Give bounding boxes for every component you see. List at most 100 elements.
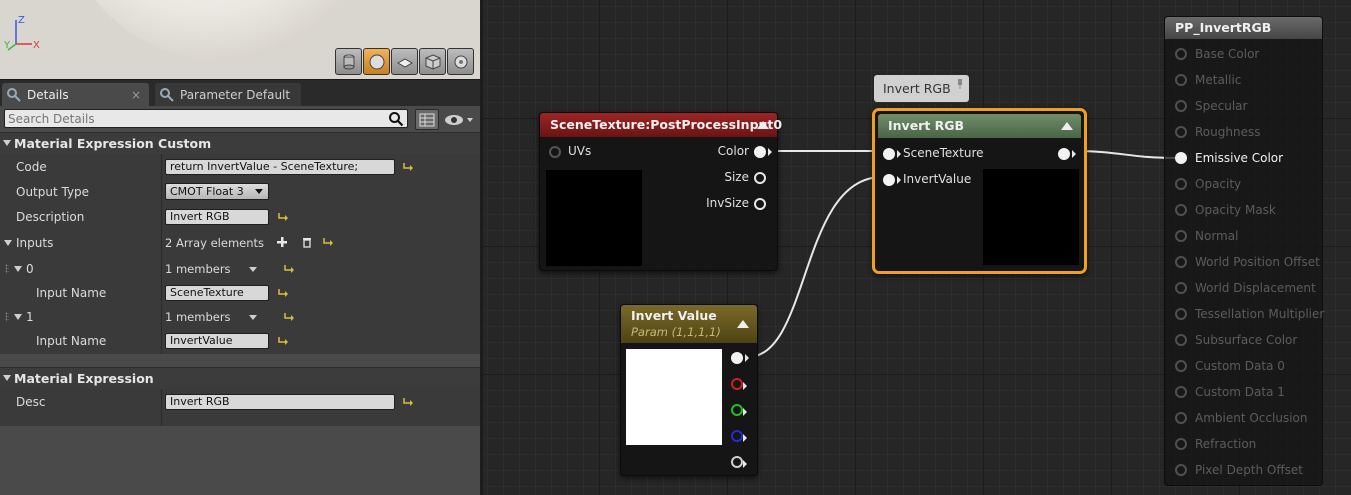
- trash-icon[interactable]: [301, 236, 313, 248]
- view-options-grid-button[interactable]: [415, 109, 439, 130]
- preview-sphere-button[interactable]: [363, 48, 390, 75]
- preview-cube-button[interactable]: [419, 48, 446, 75]
- pin-r[interactable]: [731, 378, 747, 390]
- category-material-expression[interactable]: Material Expression: [0, 367, 480, 389]
- reset-to-default-icon[interactable]: [401, 161, 413, 173]
- pin-icon[interactable]: [1175, 256, 1187, 268]
- pin-icon[interactable]: [1175, 334, 1187, 346]
- visibility-dropdown-button[interactable]: [442, 109, 476, 130]
- pin-icon[interactable]: [1175, 126, 1187, 138]
- tab-details[interactable]: Details ×: [2, 83, 149, 106]
- node-title[interactable]: SceneTexture:PostProcessInput0: [540, 113, 782, 137]
- pin-size[interactable]: [754, 172, 766, 184]
- pin-uvs[interactable]: [549, 146, 561, 158]
- pin-scenetexture[interactable]: [883, 148, 901, 160]
- category-material-expression-custom[interactable]: Material Expression Custom: [0, 132, 480, 154]
- pin-g[interactable]: [731, 404, 747, 416]
- members-select-0[interactable]: 1 members: [165, 262, 257, 276]
- pin-color[interactable]: [754, 146, 772, 158]
- result-pin-normal[interactable]: Normal: [1175, 229, 1238, 243]
- pin-icon[interactable]: [1175, 152, 1187, 164]
- pin-icon[interactable]: [955, 79, 965, 89]
- collapse-arrow-icon[interactable]: [737, 320, 749, 328]
- pin-icon[interactable]: [1175, 464, 1187, 476]
- reset-to-default-icon[interactable]: [276, 335, 288, 347]
- desc-field[interactable]: Invert RGB: [165, 394, 395, 410]
- node-title[interactable]: Invert RGB: [878, 114, 1081, 138]
- pin-invsize[interactable]: [754, 198, 766, 210]
- pin-icon[interactable]: [1175, 48, 1187, 60]
- expand-arrow-icon[interactable]: [14, 314, 22, 320]
- search-icon[interactable]: [388, 111, 404, 127]
- result-pin-base-color[interactable]: Base Color: [1175, 47, 1259, 61]
- pin-invertvalue[interactable]: [883, 174, 901, 186]
- node-scenetexture[interactable]: SceneTexture:PostProcessInput0 UVs Color…: [539, 112, 782, 271]
- reset-to-default-icon[interactable]: [321, 236, 333, 248]
- reset-to-default-icon[interactable]: [282, 311, 294, 323]
- node-invert-value-param[interactable]: Invert Value Param (1,1,1,1): [620, 304, 758, 476]
- pin-b[interactable]: [731, 430, 747, 442]
- result-pin-custom-data-0[interactable]: Custom Data 0: [1175, 359, 1285, 373]
- result-pin-world-position-offset[interactable]: World Position Offset: [1175, 255, 1320, 269]
- result-pin-world-displacement[interactable]: World Displacement: [1175, 281, 1316, 295]
- reset-to-default-icon[interactable]: [401, 396, 413, 408]
- column-divider[interactable]: [161, 154, 162, 354]
- add-element-icon[interactable]: [276, 236, 288, 248]
- result-pin-metallic[interactable]: Metallic: [1175, 73, 1241, 87]
- node-title[interactable]: Invert Value Param (1,1,1,1): [621, 305, 757, 343]
- column-divider[interactable]: [161, 389, 162, 426]
- drag-handle-icon[interactable]: [5, 312, 9, 322]
- pin-icon[interactable]: [1175, 74, 1187, 86]
- pin-icon[interactable]: [1175, 360, 1187, 372]
- result-pin-roughness[interactable]: Roughness: [1175, 125, 1260, 139]
- result-pin-opacity-mask[interactable]: Opacity Mask: [1175, 203, 1276, 217]
- chevron-down-icon: [467, 117, 473, 122]
- pin-icon[interactable]: [1175, 308, 1187, 320]
- preview-plane-button[interactable]: [391, 48, 418, 75]
- pin-icon[interactable]: [1175, 412, 1187, 424]
- node-title[interactable]: PP_InvertRGB: [1165, 17, 1322, 39]
- result-pin-pixel-depth-offset[interactable]: Pixel Depth Offset: [1175, 463, 1303, 477]
- pin-output[interactable]: [1058, 148, 1076, 160]
- result-pin-emissive-color[interactable]: Emissive Color: [1175, 151, 1283, 165]
- pin-icon[interactable]: [1175, 204, 1187, 216]
- pin-icon[interactable]: [1175, 386, 1187, 398]
- expand-arrow-icon[interactable]: [4, 240, 12, 246]
- node-invert-rgb[interactable]: Invert RGB SceneTexture InvertValue: [872, 108, 1087, 274]
- collapse-arrow-icon[interactable]: [1061, 122, 1073, 130]
- node-comment-bubble[interactable]: Invert RGB: [874, 75, 969, 102]
- tab-parameter-defaults[interactable]: Parameter Default: [155, 83, 301, 106]
- reset-to-default-icon[interactable]: [276, 287, 288, 299]
- result-pin-specular[interactable]: Specular: [1175, 99, 1247, 113]
- members-select-1[interactable]: 1 members: [165, 310, 257, 324]
- description-field[interactable]: Invert RGB: [165, 209, 269, 225]
- reset-to-default-icon[interactable]: [276, 211, 288, 223]
- input-name-field-1[interactable]: InvertValue: [165, 333, 269, 349]
- code-field[interactable]: return InvertValue - SceneTexture;: [165, 159, 395, 175]
- search-details-input[interactable]: [4, 109, 408, 128]
- close-icon[interactable]: ×: [131, 88, 141, 102]
- result-pin-ambient-occlusion[interactable]: Ambient Occlusion: [1175, 411, 1307, 425]
- expand-arrow-icon[interactable]: [14, 266, 22, 272]
- reset-to-default-icon[interactable]: [282, 263, 294, 275]
- result-pin-subsurface-color[interactable]: Subsurface Color: [1175, 333, 1297, 347]
- pin-icon[interactable]: [1175, 230, 1187, 242]
- result-pin-custom-data-1[interactable]: Custom Data 1: [1175, 385, 1285, 399]
- pin-icon[interactable]: [1175, 438, 1187, 450]
- pin-icon[interactable]: [1175, 282, 1187, 294]
- output-type-select[interactable]: CMOT Float 3: [165, 183, 269, 200]
- pin-rgba[interactable]: [731, 352, 749, 364]
- preview-cylinder-button[interactable]: [335, 48, 362, 75]
- collapse-arrow-icon[interactable]: [757, 121, 769, 129]
- node-material-result[interactable]: PP_InvertRGB Base Color Metallic Specular R…: [1164, 16, 1324, 486]
- material-preview-viewport[interactable]: Z X Y: [0, 0, 480, 80]
- input-name-field-0[interactable]: SceneTexture: [165, 285, 269, 301]
- pin-icon[interactable]: [1175, 178, 1187, 190]
- preview-mesh-button[interactable]: [447, 48, 474, 75]
- drag-handle-icon[interactable]: [5, 264, 9, 274]
- result-pin-refraction[interactable]: Refraction: [1175, 437, 1256, 451]
- result-pin-tessellation-multiplier[interactable]: Tessellation Multiplier: [1175, 307, 1324, 321]
- result-pin-opacity[interactable]: Opacity: [1175, 177, 1241, 191]
- pin-a[interactable]: [731, 456, 747, 468]
- pin-icon[interactable]: [1175, 100, 1187, 112]
